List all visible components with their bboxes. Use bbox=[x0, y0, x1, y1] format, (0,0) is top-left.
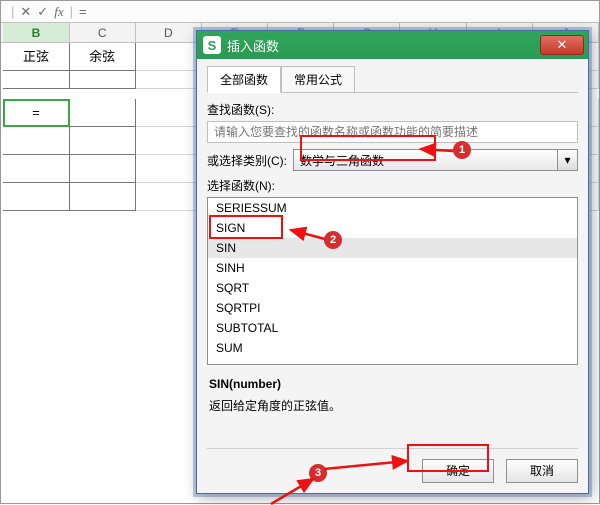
cell-b3-active[interactable]: = bbox=[3, 99, 69, 127]
dialog-titlebar[interactable]: S 插入函数 ✕ bbox=[197, 31, 588, 59]
cell-b1[interactable]: 正弦 bbox=[3, 43, 69, 71]
divider-icon: | bbox=[11, 4, 14, 19]
app-icon: S bbox=[203, 36, 221, 54]
col-header-b[interactable]: B bbox=[3, 23, 69, 42]
function-description: 返回给定角度的正弦值。 bbox=[209, 397, 576, 414]
category-label: 或选择类别(C): bbox=[207, 152, 287, 169]
divider-icon: | bbox=[70, 4, 73, 19]
col-header-c[interactable]: C bbox=[70, 23, 136, 42]
function-signature: SIN(number) bbox=[209, 377, 576, 391]
select-function-label: 选择函数(N): bbox=[207, 177, 578, 194]
list-item[interactable]: SQRT bbox=[208, 278, 577, 298]
dialog-title: 插入函数 bbox=[227, 36, 540, 55]
cell-c1[interactable]: 余弦 bbox=[70, 43, 136, 71]
cell[interactable] bbox=[70, 71, 136, 89]
list-item[interactable]: SUBTOTAL bbox=[208, 318, 577, 338]
cancel-button[interactable]: 取消 bbox=[506, 459, 578, 483]
insert-function-dialog: S 插入函数 ✕ 全部函数 常用公式 查找函数(S): 或选择类别(C): 数学… bbox=[196, 30, 589, 494]
ok-button[interactable]: 确定 bbox=[422, 459, 494, 483]
list-item-sin[interactable]: SIN bbox=[208, 238, 577, 258]
list-item[interactable]: SIGN bbox=[208, 218, 577, 238]
list-item[interactable]: SQRTPI bbox=[208, 298, 577, 318]
list-item[interactable]: SERIESSUM bbox=[208, 198, 577, 218]
formula-bar: | ✕ ✓ fx | = bbox=[1, 1, 599, 23]
category-combo[interactable]: 数学与三角函数 ▾ bbox=[293, 149, 578, 171]
tab-all-functions[interactable]: 全部函数 bbox=[207, 66, 281, 93]
chevron-down-icon[interactable]: ▾ bbox=[557, 150, 577, 170]
col-header-d[interactable]: D bbox=[136, 23, 202, 42]
function-list[interactable]: SERIESSUM SIGN SIN SINH SQRT SQRTPI SUBT… bbox=[207, 197, 578, 365]
cell[interactable] bbox=[136, 43, 202, 71]
list-item[interactable]: SUM bbox=[208, 338, 577, 358]
accept-formula-icon[interactable]: ✓ bbox=[37, 4, 48, 20]
cancel-formula-icon[interactable]: ✕ bbox=[20, 4, 31, 20]
close-button[interactable]: ✕ bbox=[540, 35, 584, 55]
cell[interactable] bbox=[3, 71, 69, 89]
dialog-tabs: 全部函数 常用公式 bbox=[207, 65, 578, 92]
list-item[interactable]: SINH bbox=[208, 258, 577, 278]
formula-input[interactable]: = bbox=[79, 4, 87, 19]
search-label: 查找函数(S): bbox=[207, 101, 578, 118]
fx-icon[interactable]: fx bbox=[54, 4, 63, 20]
cell[interactable] bbox=[70, 99, 136, 127]
tab-common-formulas[interactable]: 常用公式 bbox=[281, 66, 355, 93]
category-value: 数学与三角函数 bbox=[300, 152, 384, 169]
search-input[interactable] bbox=[207, 121, 578, 143]
